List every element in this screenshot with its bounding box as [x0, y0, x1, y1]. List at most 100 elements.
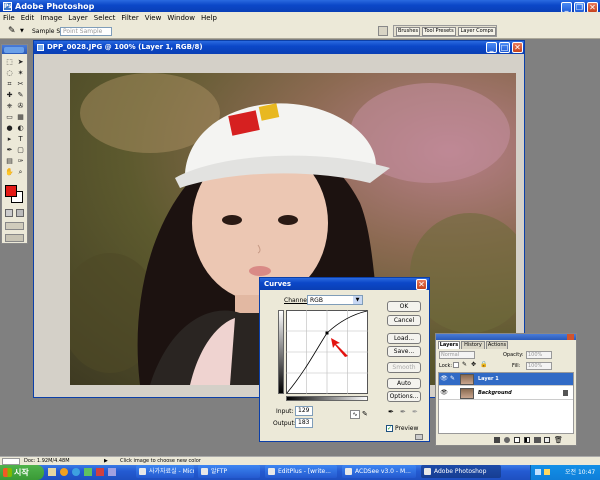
tool-preset-dropdown-icon[interactable]: ▼ — [20, 28, 24, 34]
history-brush-tool-icon[interactable]: ✇ — [16, 102, 25, 111]
gray-eyedropper-icon[interactable]: ✒ — [400, 408, 406, 416]
document-title-bar[interactable]: DPP_0028.JPG @ 100% (Layer 1, RGB/8) _ □… — [34, 41, 524, 54]
opacity-field[interactable]: 100% — [526, 351, 552, 359]
menu-item-layer[interactable]: Layer — [65, 12, 91, 24]
preview-checkbox[interactable]: ✓ — [386, 425, 393, 432]
menu-item-select[interactable]: Select — [91, 12, 119, 24]
quick-launch-app-icon[interactable] — [84, 468, 92, 476]
layer-row[interactable]: 👁 Background — [439, 387, 573, 400]
load-button[interactable]: Load... — [387, 333, 421, 344]
path-selection-tool-icon[interactable]: ▸ — [5, 135, 14, 144]
quick-launch-app3-icon[interactable] — [108, 468, 116, 476]
lock-transparency-icon[interactable] — [453, 362, 459, 368]
black-eyedropper-icon[interactable]: ✒ — [388, 408, 394, 416]
menu-item-help[interactable]: Help — [198, 12, 220, 24]
curves-close-button[interactable]: ✕ — [416, 279, 427, 290]
status-arrow-icon[interactable]: ▶ — [104, 458, 108, 465]
menu-item-view[interactable]: View — [142, 12, 165, 24]
save-button[interactable]: Save... — [387, 346, 421, 357]
auto-button[interactable]: Auto — [387, 378, 421, 389]
layer-visibility-eye-icon[interactable]: 👁 — [440, 389, 448, 397]
curves-title-bar[interactable]: Curves ✕ — [260, 278, 429, 290]
layer-visibility-eye-icon[interactable]: 👁 — [440, 375, 448, 383]
tab-actions[interactable]: Actions — [486, 341, 508, 349]
channel-select[interactable]: RGB ▼ — [307, 295, 363, 305]
lock-all-icon[interactable]: 🔒 — [480, 361, 487, 368]
blur-tool-icon[interactable]: ● — [5, 124, 14, 133]
internet-explorer-icon[interactable] — [72, 468, 80, 476]
palette-well-icon[interactable] — [378, 26, 388, 36]
new-layer-icon[interactable] — [544, 437, 550, 443]
cancel-button[interactable]: Cancel — [387, 315, 421, 326]
start-button[interactable]: 시작 — [0, 465, 44, 480]
taskbar-item[interactable]: ACDSee v3.0 - M... — [342, 465, 416, 478]
layer-style-icon[interactable] — [504, 437, 510, 443]
eyedropper-tool-icon[interactable]: ✑ — [16, 157, 25, 166]
document-close-button[interactable]: ✕ — [512, 42, 523, 53]
curve-graph[interactable] — [286, 310, 368, 394]
eyedropper-icon[interactable]: ✎ — [8, 26, 16, 36]
link-layers-icon[interactable] — [494, 437, 500, 443]
lasso-tool-icon[interactable]: ◌ — [5, 69, 14, 78]
magic-wand-tool-icon[interactable]: ✶ — [16, 69, 25, 78]
crop-tool-icon[interactable]: ⌗ — [5, 80, 14, 89]
fill-field[interactable]: 100% — [526, 362, 552, 370]
new-group-icon[interactable] — [534, 437, 541, 443]
palette-tab-layer-comps[interactable]: Layer Comps — [458, 27, 496, 36]
menu-item-window[interactable]: Window — [164, 12, 198, 24]
tray-network-icon[interactable] — [535, 469, 541, 475]
document-maximize-button[interactable]: □ — [499, 42, 510, 53]
sample-size-select[interactable]: Point Sample — [60, 27, 112, 36]
blend-mode-select[interactable]: Normal — [439, 351, 475, 359]
options-button[interactable]: Options... — [387, 391, 421, 402]
screen-mode-icon[interactable] — [5, 222, 24, 230]
move-tool-icon[interactable]: ➤ — [16, 58, 25, 67]
zoom-field[interactable] — [2, 458, 20, 465]
media-player-icon[interactable] — [60, 468, 68, 476]
menu-item-image[interactable]: Image — [37, 12, 65, 24]
document-minimize-button[interactable]: _ — [486, 42, 497, 53]
layer-mask-icon[interactable] — [514, 437, 520, 443]
quick-launch-app2-icon[interactable] — [96, 468, 104, 476]
dodge-tool-icon[interactable]: ◐ — [16, 124, 25, 133]
lock-paint-icon[interactable]: ✎ — [462, 361, 467, 368]
healing-brush-tool-icon[interactable]: ✚ — [5, 91, 14, 100]
eraser-tool-icon[interactable]: ▭ — [5, 113, 14, 122]
white-eyedropper-icon[interactable]: ✒ — [412, 408, 418, 416]
layer-row[interactable]: 👁 ✎ Layer 1 — [439, 373, 573, 386]
quick-mask-icon[interactable] — [5, 209, 13, 217]
delete-layer-icon[interactable]: 🗑 — [554, 436, 563, 444]
palette-tab-tool-presets[interactable]: Tool Presets — [422, 27, 456, 36]
show-desktop-icon[interactable] — [48, 468, 56, 476]
expand-dialog-icon[interactable] — [415, 434, 423, 440]
pen-tool-icon[interactable]: ✒ — [5, 146, 14, 155]
type-tool-icon[interactable]: T — [16, 135, 25, 144]
zoom-tool-icon[interactable]: ⌕ — [16, 168, 25, 177]
gradient-tool-icon[interactable]: ▦ — [16, 113, 25, 122]
notes-tool-icon[interactable]: ▤ — [5, 157, 14, 166]
hand-tool-icon[interactable]: ✋ — [5, 168, 14, 177]
palette-tab-brushes[interactable]: Brushes — [396, 27, 420, 36]
foreground-color-swatch[interactable] — [5, 185, 17, 197]
adobe-online-icon[interactable] — [4, 47, 24, 53]
shape-tool-icon[interactable]: ▢ — [16, 146, 25, 155]
taskbar-item[interactable]: 알FTP — [198, 465, 260, 478]
taskbar-item[interactable]: Adobe Photoshop — [421, 465, 501, 478]
adjustment-layer-icon[interactable] — [524, 437, 530, 443]
pencil-tool-icon[interactable]: ✎ — [362, 410, 368, 418]
menu-item-filter[interactable]: Filter — [118, 12, 141, 24]
layers-panel-close-button[interactable] — [567, 334, 574, 340]
marquee-tool-icon[interactable]: ⬚ — [5, 58, 14, 67]
tab-layers[interactable]: Layers — [438, 341, 460, 349]
menu-item-file[interactable]: File — [0, 12, 18, 24]
taskbar-item[interactable]: 사가자료실 - Micr... — [136, 465, 194, 478]
ok-button[interactable]: OK — [387, 301, 421, 312]
lock-move-icon[interactable]: ✥ — [471, 361, 476, 368]
smooth-button[interactable]: Smooth — [387, 362, 421, 373]
menu-item-edit[interactable]: Edit — [18, 12, 38, 24]
output-field[interactable]: 183 — [295, 418, 313, 428]
tray-volume-icon[interactable] — [544, 469, 550, 475]
standard-mode-icon[interactable] — [16, 209, 24, 217]
taskbar-item[interactable]: EditPlus - [write... — [265, 465, 337, 478]
layers-panel-header[interactable] — [436, 334, 576, 340]
